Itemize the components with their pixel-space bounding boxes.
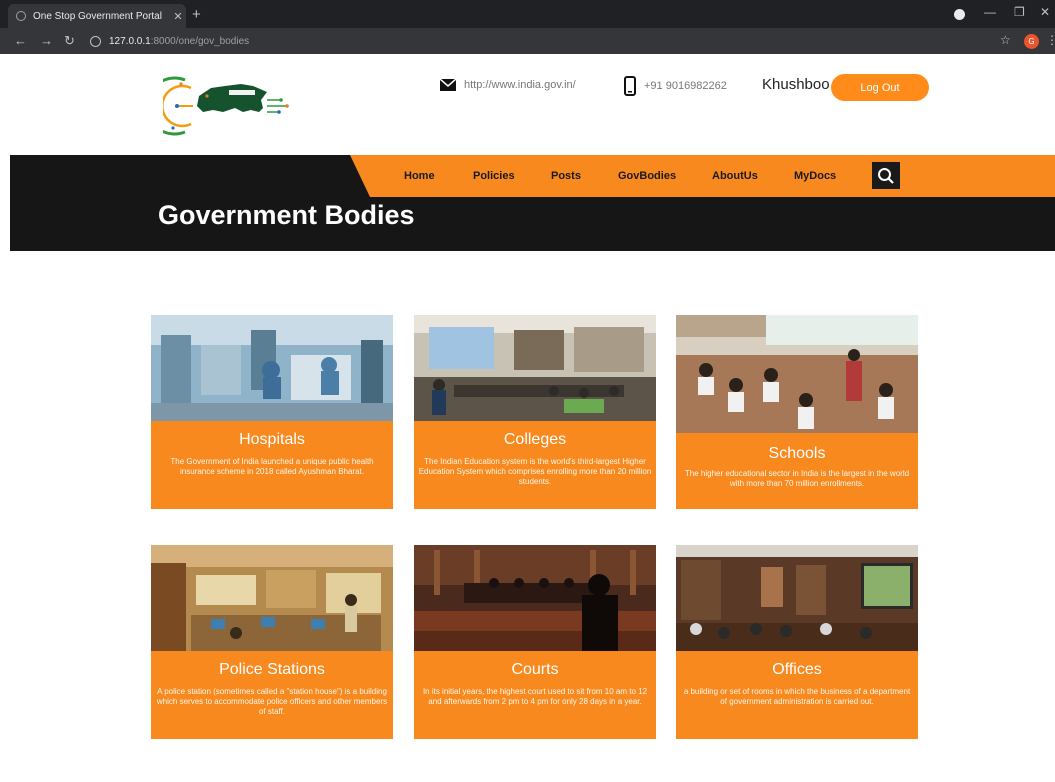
nav-item-posts[interactable]: Posts <box>551 170 581 182</box>
globe-icon <box>16 11 26 21</box>
nav-bar <box>350 155 1055 197</box>
search-icon <box>878 167 894 184</box>
college-image <box>414 315 656 421</box>
phone-contact: +91 9016982262 <box>624 76 727 96</box>
url-path: :8000/one/gov_bodies <box>150 35 250 47</box>
browser-extension-icon[interactable] <box>954 9 965 20</box>
office-image <box>676 545 918 651</box>
nav-item-home[interactable]: Home <box>404 170 435 182</box>
website-text[interactable]: http://www.india.gov.in/ <box>464 79 576 91</box>
card-description: A police station (sometimes called a "st… <box>156 687 388 716</box>
minimize-icon[interactable]: — <box>984 5 996 19</box>
url-input[interactable]: 127.0.0.1:8000/one/gov_bodies <box>84 31 1014 51</box>
browser-address-bar: ← → ↻ 127.0.0.1:8000/one/gov_bodies ☆ G … <box>0 28 1055 54</box>
tab-title: One Stop Government Portal <box>33 10 162 22</box>
card-title: Courts <box>511 661 559 678</box>
back-icon[interactable]: ← <box>14 33 27 48</box>
nav-item-aboutus[interactable]: AboutUs <box>712 170 758 182</box>
card-title: Offices <box>772 661 822 678</box>
website-contact: http://www.india.gov.in/ <box>440 79 576 91</box>
phone-icon <box>624 76 636 96</box>
card-description: The higher educational sector in India i… <box>684 469 910 488</box>
browser-tab[interactable]: One Stop Government Portal ✕ <box>8 4 186 28</box>
phone-text: +91 9016982262 <box>644 80 727 92</box>
digital-india-logo[interactable] <box>145 70 305 142</box>
url-host: 127.0.0.1 <box>109 35 151 47</box>
maximize-icon[interactable]: ❐ <box>1014 5 1025 19</box>
card-description: The Government of India launched a uniqu… <box>170 457 374 476</box>
logout-button[interactable]: Log Out <box>831 74 929 101</box>
nav-item-govbodies[interactable]: GovBodies <box>618 170 676 182</box>
site-info-icon[interactable] <box>90 35 101 47</box>
reload-icon[interactable]: ↻ <box>64 33 75 49</box>
new-tab-button[interactable]: + <box>192 6 201 23</box>
card-offices[interactable]: Offices a building or set of rooms in wh… <box>676 545 918 739</box>
card-title: Colleges <box>503 431 567 448</box>
nav-item-mydocs[interactable]: MyDocs <box>794 170 836 182</box>
mail-icon <box>440 79 456 91</box>
card-police-stations[interactable]: Police Stations A police station (someti… <box>151 545 393 739</box>
hospital-image <box>151 315 393 421</box>
card-title: Police Stations <box>219 661 325 678</box>
card-title: Hospitals <box>239 431 305 448</box>
police-station-image <box>151 545 393 651</box>
card-description: a building or set of rooms in which the … <box>683 687 911 706</box>
bookmark-star-icon[interactable]: ☆ <box>1000 33 1011 47</box>
school-image <box>676 315 918 433</box>
forward-icon[interactable]: → <box>40 33 53 48</box>
card-schools[interactable]: Schools The higher educational sector in… <box>676 315 918 509</box>
profile-avatar[interactable]: G <box>1024 34 1039 49</box>
court-image <box>414 545 656 651</box>
close-window-icon[interactable]: ✕ <box>1040 5 1050 19</box>
card-hospitals[interactable]: Hospitals The Government of India launch… <box>151 315 393 509</box>
card-colleges[interactable]: Colleges The Indian Education system is … <box>414 315 656 509</box>
card-courts[interactable]: Courts In its initial years, the highest… <box>414 545 656 739</box>
nav-item-policies[interactable]: Policies <box>473 170 515 182</box>
card-title: Schools <box>768 445 826 462</box>
search-button[interactable] <box>872 162 900 189</box>
page-title: Government Bodies <box>158 200 415 230</box>
card-description: The Indian Education system is the world… <box>418 457 652 486</box>
menu-icon[interactable]: ⋮ <box>1046 33 1055 47</box>
tab-close-icon[interactable]: ✕ <box>170 10 186 23</box>
username: Khushboo <box>762 76 830 93</box>
browser-tab-bar: One Stop Government Portal ✕ + — ❐ ✕ <box>0 0 1055 28</box>
card-description: In its initial years, the highest court … <box>422 687 648 706</box>
